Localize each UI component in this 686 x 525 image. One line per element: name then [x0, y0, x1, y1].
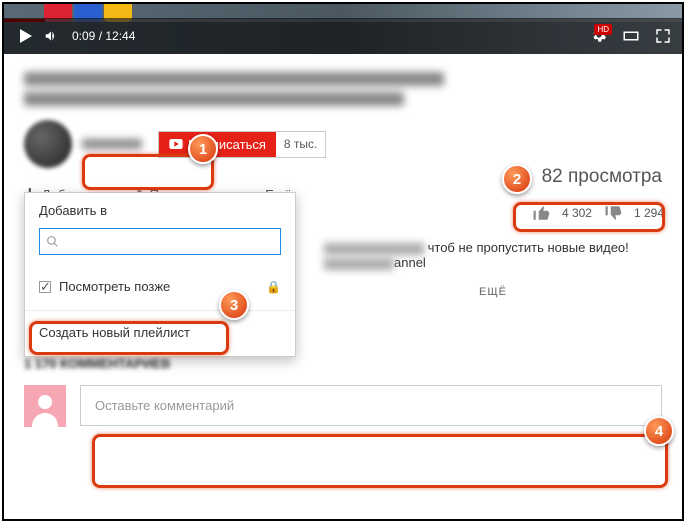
view-count: 82 просмотра: [542, 166, 662, 188]
callout-badge-2: 2: [502, 164, 532, 194]
dropdown-title: Добавить в: [25, 203, 295, 228]
callout-ring-3: [29, 321, 229, 355]
subscriber-count: 8 тыс.: [276, 137, 325, 151]
channel-name[interactable]: [82, 139, 142, 149]
comment-input[interactable]: Оставьте комментарий: [80, 385, 662, 426]
video-player[interactable]: 0:09 / 12:44 HD: [4, 4, 682, 54]
playlist-search-input[interactable]: [59, 232, 274, 251]
callout-badge-1: 1: [188, 134, 218, 164]
callout-ring-4: [92, 434, 668, 488]
callout-badge-4: 4: [644, 416, 674, 446]
volume-icon[interactable]: [44, 29, 58, 43]
video-title: [24, 72, 662, 106]
watch-later-item[interactable]: Посмотреть позже 🔒: [25, 269, 295, 304]
watch-later-label: Посмотреть позже: [59, 279, 170, 294]
time-display: 0:09 / 12:44: [72, 29, 135, 43]
play-icon[interactable]: [20, 29, 32, 43]
channel-avatar[interactable]: [24, 120, 72, 168]
description-line: annel: [324, 255, 662, 270]
user-avatar: [24, 385, 66, 427]
callout-badge-3: 3: [219, 290, 249, 320]
fullscreen-icon[interactable]: [654, 27, 672, 45]
hd-badge: HD: [594, 24, 612, 35]
settings-button[interactable]: HD: [590, 26, 608, 47]
checkbox-icon: [39, 281, 51, 293]
playlist-search[interactable]: [39, 228, 281, 255]
description-line: чтоб не пропустить новые видео!: [324, 240, 662, 255]
search-icon: [46, 235, 59, 248]
youtube-icon: [169, 139, 183, 149]
theater-icon[interactable]: [622, 27, 640, 45]
lock-icon: 🔒: [266, 280, 281, 294]
comments-count: 1 170 КОММЕНТАРИЕВ: [24, 356, 662, 371]
show-more-button[interactable]: ЕЩЁ: [324, 286, 662, 298]
callout-ring-2: [513, 202, 665, 232]
